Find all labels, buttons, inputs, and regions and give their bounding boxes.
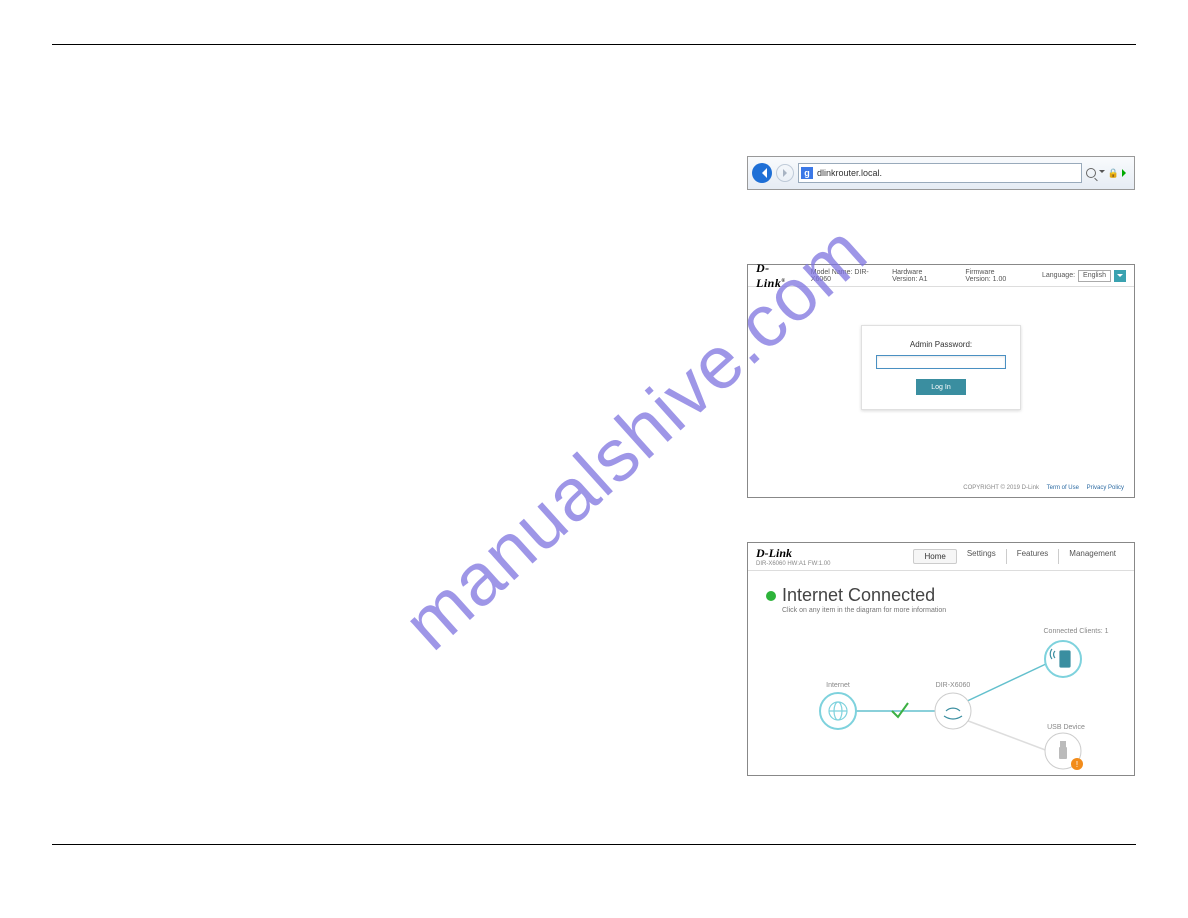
router-label: DIR-X6060 (936, 682, 971, 689)
tab-home[interactable]: Home (913, 549, 956, 564)
login-panel: Admin Password: Log In (861, 325, 1021, 410)
login-button[interactable]: Log In (916, 379, 966, 395)
brand-logo: D-Link (756, 546, 830, 561)
brand-sub: DIR-X6060 HW:A1 FW:1.00 (756, 561, 830, 567)
brand-logo: D-Link (756, 261, 789, 291)
screenshot-login: D-Link Model Name: DIR-X6060 Hardware Ve… (747, 264, 1135, 498)
copyright-text: COPYRIGHT © 2019 D-Link (963, 485, 1039, 491)
address-url: dlinkrouter.local. (817, 168, 882, 178)
firmware-version: Firmware Version: 1.00 (965, 269, 1020, 283)
language-dropdown-icon[interactable] (1114, 270, 1126, 282)
lock-icon: 🔒 (1108, 168, 1119, 179)
language-select[interactable]: English (1078, 270, 1111, 282)
back-button-icon[interactable] (752, 163, 772, 183)
tab-features[interactable]: Features (1007, 549, 1060, 564)
alert-badge-text: ! (1076, 760, 1078, 769)
language-label: Language: (1042, 272, 1075, 279)
rule-bottom (52, 844, 1136, 845)
status-dot-icon (766, 591, 776, 601)
go-icon[interactable] (1122, 169, 1130, 177)
screenshot-address-bar: g dlinkrouter.local. 🔒 (747, 156, 1135, 190)
tab-settings[interactable]: Settings (957, 549, 1007, 564)
search-icon[interactable] (1086, 168, 1096, 178)
router-node[interactable] (935, 693, 971, 729)
dropdown-caret-icon[interactable] (1099, 170, 1105, 176)
model-name: Model Name: DIR-X6060 (811, 269, 870, 283)
status-title: Internet Connected (782, 585, 935, 606)
clients-label: Connected Clients: 1 (1044, 628, 1109, 635)
hardware-version: Hardware Version: A1 (892, 269, 943, 283)
usb-icon (1059, 741, 1067, 759)
screenshot-dashboard: D-Link DIR-X6060 HW:A1 FW:1.00 Home Sett… (747, 542, 1135, 776)
topology-diagram: Internet DIR-X6060 Connected Clients: 1 (748, 611, 1135, 776)
forward-button-icon[interactable] (776, 164, 794, 182)
search-engine-icon: g (801, 167, 813, 179)
internet-label: Internet (826, 682, 850, 689)
rule-top (52, 44, 1136, 45)
password-input[interactable] (876, 355, 1006, 369)
password-label: Admin Password: (876, 340, 1006, 349)
address-field[interactable]: g dlinkrouter.local. (798, 163, 1082, 183)
privacy-link[interactable]: Privacy Policy (1087, 485, 1124, 491)
usb-label: USB Device (1047, 724, 1085, 731)
tab-management[interactable]: Management (1059, 549, 1126, 564)
terms-link[interactable]: Term of Use (1047, 485, 1079, 491)
